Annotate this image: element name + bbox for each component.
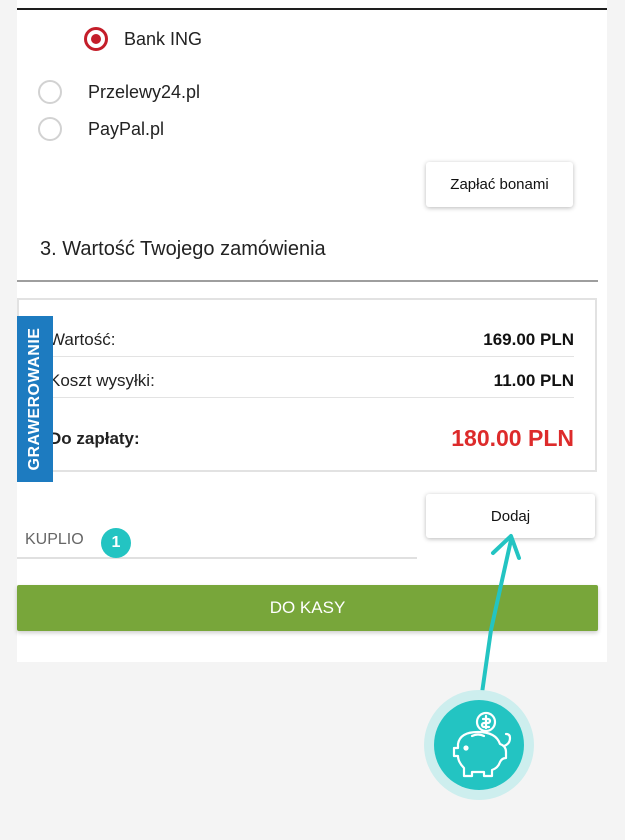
piggy-bank-icon bbox=[452, 711, 512, 778]
arrow-up-icon bbox=[479, 534, 521, 702]
